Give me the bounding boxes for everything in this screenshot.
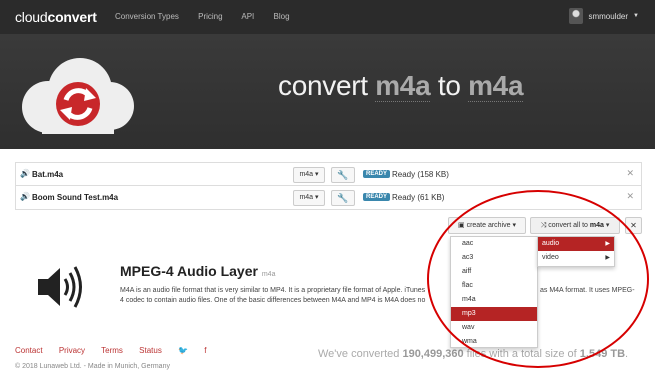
format-option-wma[interactable]: wma: [451, 335, 537, 349]
speaker-icon: [38, 266, 82, 308]
format-option-aac[interactable]: aac: [451, 237, 537, 251]
hero-banner: convert m4a to m4a: [0, 34, 655, 149]
speaker-icon: 🔊: [20, 169, 30, 178]
chevron-down-icon: ▼: [633, 13, 639, 19]
footer-link-status[interactable]: Status: [139, 346, 162, 355]
status-badge: READY: [363, 170, 391, 178]
speaker-icon: 🔊: [20, 192, 30, 201]
nav-links: Conversion Types Pricing API Blog: [115, 12, 307, 21]
format-title: MPEG-4 Audio Layer m4a: [120, 263, 276, 279]
avatar: [569, 8, 584, 24]
footer-link-privacy[interactable]: Privacy: [59, 346, 85, 355]
status-text: Ready (158 KB): [392, 170, 449, 179]
shuffle-icon: ⤨: [540, 222, 547, 229]
format-description-right: as M4A format. It uses MPEG-: [540, 287, 635, 294]
from-format-select[interactable]: m4a: [375, 70, 431, 102]
close-icon[interactable]: ✕: [626, 168, 634, 179]
facebook-icon[interactable]: f: [204, 346, 206, 355]
user-menu[interactable]: smmoulder ▼: [569, 8, 639, 24]
file-row: 🔊 Bat.m4a m4a ▾ 🔧 READY Ready (158 KB) ✕: [15, 162, 642, 186]
nav-link-pricing[interactable]: Pricing: [198, 12, 222, 21]
nav-link-api[interactable]: API: [241, 12, 254, 21]
output-format-button[interactable]: m4a ▾: [293, 190, 325, 206]
format-option-flac[interactable]: flac: [451, 279, 537, 293]
file-name: Bat.m4a: [32, 170, 64, 179]
status-badge: READY: [363, 193, 391, 201]
format-option-wav[interactable]: wav: [451, 321, 537, 335]
twitter-icon[interactable]: 🐦: [178, 346, 188, 355]
user-name: smmoulder: [588, 11, 629, 21]
chevron-right-icon: ▶: [605, 255, 610, 261]
close-icon[interactable]: ✕: [626, 191, 634, 202]
category-menu: audio ▶ video ▶: [537, 236, 615, 267]
file-name: Boom Sound Test.m4a: [32, 193, 119, 202]
status-text: Ready (61 KB): [392, 193, 445, 202]
format-dropdown: aac ac3 aiff flac m4a mp3 wav wma: [450, 236, 538, 348]
category-audio[interactable]: audio ▶: [538, 237, 614, 251]
format-option-mp3[interactable]: mp3: [451, 307, 537, 321]
nav-link-conversion-types[interactable]: Conversion Types: [115, 12, 179, 21]
footer-link-terms[interactable]: Terms: [101, 346, 123, 355]
file-row: 🔊 Boom Sound Test.m4a m4a ▾ 🔧 READY Read…: [15, 186, 642, 210]
top-navbar: cloudconvert Conversion Types Pricing AP…: [0, 0, 655, 34]
format-option-ac3[interactable]: ac3: [451, 251, 537, 265]
brand-logo[interactable]: cloudconvert: [15, 9, 97, 25]
conversion-stats: We've converted 190,499,360 files with a…: [318, 348, 629, 360]
wrench-icon[interactable]: 🔧: [331, 190, 355, 206]
format-option-aiff[interactable]: aiff: [451, 265, 537, 279]
to-format-select[interactable]: m4a: [468, 70, 524, 102]
create-archive-button[interactable]: ▣ create archive ▾: [448, 217, 526, 234]
category-video[interactable]: video ▶: [538, 251, 614, 265]
footer-links: Contact Privacy Terms Status 🐦 f: [15, 346, 221, 355]
format-description: M4A is an audio file format that is very…: [120, 287, 426, 304]
close-all-button[interactable]: ✕: [625, 217, 642, 234]
footer-link-contact[interactable]: Contact: [15, 346, 43, 355]
output-format-button[interactable]: m4a ▾: [293, 167, 325, 183]
nav-link-blog[interactable]: Blog: [274, 12, 290, 21]
file-list: 🔊 Bat.m4a m4a ▾ 🔧 READY Ready (158 KB) ✕…: [15, 162, 642, 210]
page-title: convert m4a to m4a: [278, 70, 524, 102]
format-option-m4a[interactable]: m4a: [451, 293, 537, 307]
convert-all-button[interactable]: ⤨ convert all to m4a ▾: [530, 217, 620, 234]
copyright: © 2018 Lunaweb Ltd. - Made in Munich, Ge…: [15, 363, 170, 370]
chevron-right-icon: ▶: [605, 241, 610, 247]
archive-icon: ▣: [457, 222, 465, 229]
wrench-icon[interactable]: 🔧: [331, 167, 355, 183]
cloud-convert-icon: [22, 58, 134, 134]
